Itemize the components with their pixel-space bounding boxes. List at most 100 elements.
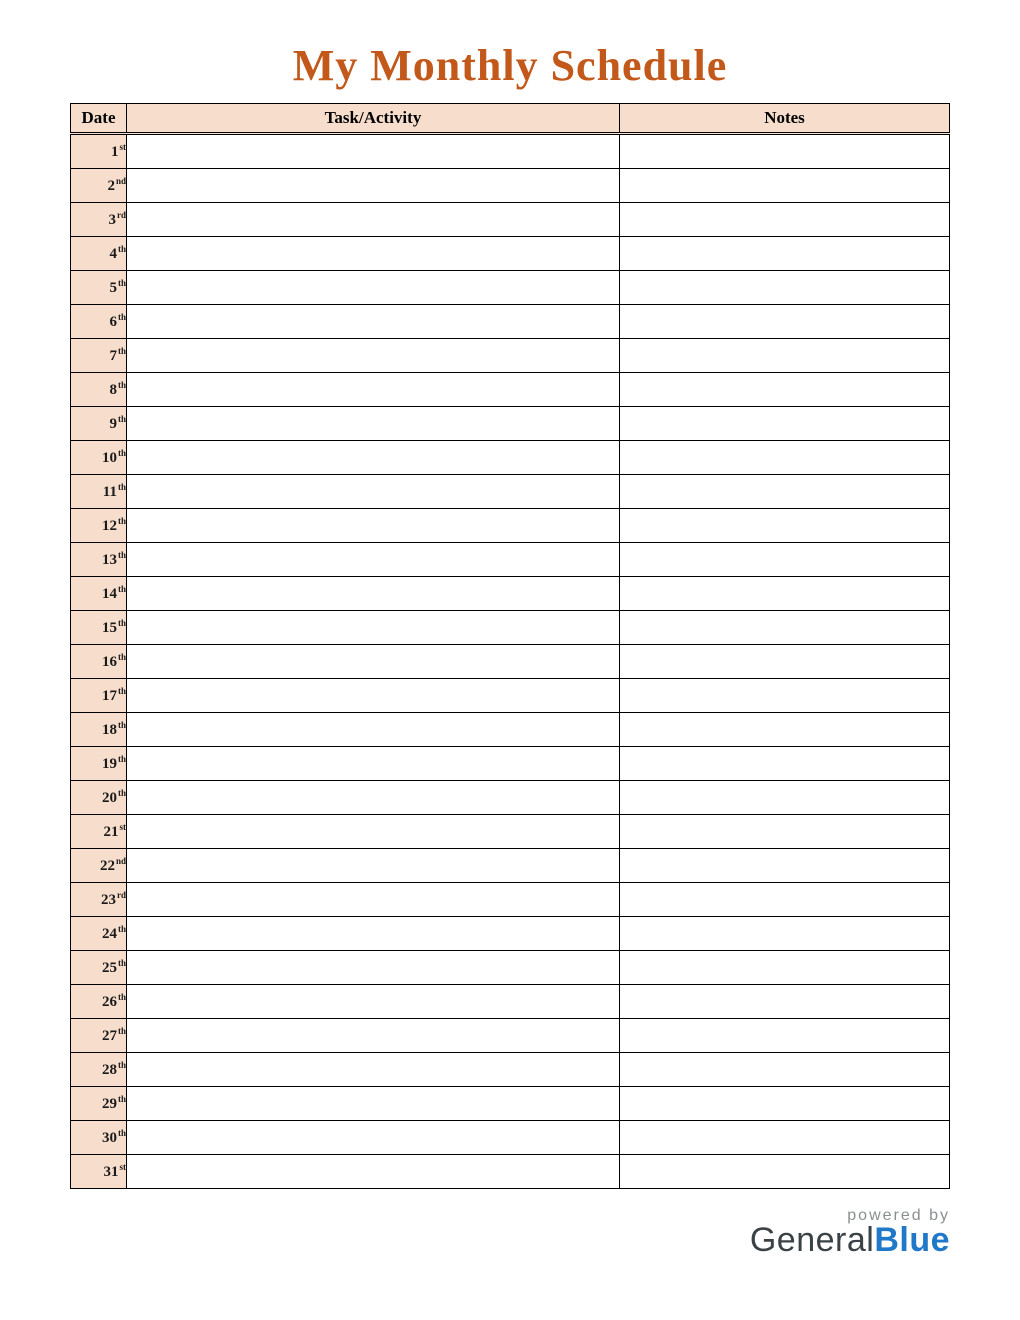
date-ordinal: th — [118, 346, 126, 356]
task-input[interactable] — [127, 781, 619, 814]
task-input[interactable] — [127, 1053, 619, 1086]
notes-input[interactable] — [620, 1121, 949, 1154]
notes-input[interactable] — [620, 475, 949, 508]
task-input[interactable] — [127, 271, 619, 304]
notes-input[interactable] — [620, 679, 949, 712]
task-input[interactable] — [127, 883, 619, 916]
notes-input[interactable] — [620, 713, 949, 746]
task-input[interactable] — [127, 509, 619, 542]
notes-input[interactable] — [620, 237, 949, 270]
notes-input[interactable] — [620, 1019, 949, 1052]
notes-input[interactable] — [620, 373, 949, 406]
task-input[interactable] — [127, 849, 619, 882]
notes-input[interactable] — [620, 781, 949, 814]
brand-part-general: General — [750, 1221, 874, 1259]
date-cell: 22nd — [71, 849, 127, 883]
task-input[interactable] — [127, 441, 619, 474]
notes-input[interactable] — [620, 815, 949, 848]
notes-input[interactable] — [620, 883, 949, 916]
task-input[interactable] — [127, 611, 619, 644]
task-input[interactable] — [127, 305, 619, 338]
date-number: 11 — [103, 484, 117, 500]
footer-attribution: powered by GeneralBlue — [750, 1207, 950, 1260]
task-input[interactable] — [127, 135, 619, 168]
date-number: 13 — [102, 552, 117, 568]
date-cell: 28th — [71, 1053, 127, 1087]
table-row: 21st — [71, 815, 950, 849]
col-header-notes: Notes — [620, 104, 950, 134]
date-ordinal: th — [118, 958, 126, 968]
date-number: 5 — [109, 280, 117, 296]
date-cell: 2nd — [71, 169, 127, 203]
task-input[interactable] — [127, 543, 619, 576]
table-row: 20th — [71, 781, 950, 815]
notes-input[interactable] — [620, 611, 949, 644]
date-ordinal: th — [118, 788, 126, 798]
date-number: 17 — [102, 688, 117, 704]
task-input[interactable] — [127, 169, 619, 202]
table-row: 15th — [71, 611, 950, 645]
date-number: 8 — [109, 382, 117, 398]
task-input[interactable] — [127, 645, 619, 678]
task-input[interactable] — [127, 407, 619, 440]
notes-input[interactable] — [620, 1053, 949, 1086]
date-number: 12 — [102, 518, 117, 534]
notes-input[interactable] — [620, 849, 949, 882]
notes-input[interactable] — [620, 543, 949, 576]
notes-input[interactable] — [620, 917, 949, 950]
task-input[interactable] — [127, 713, 619, 746]
date-ordinal: th — [118, 1060, 126, 1070]
task-input[interactable] — [127, 815, 619, 848]
notes-input[interactable] — [620, 509, 949, 542]
date-number: 28 — [102, 1062, 117, 1078]
notes-input[interactable] — [620, 985, 949, 1018]
table-row: 31st — [71, 1155, 950, 1189]
notes-input[interactable] — [620, 339, 949, 372]
task-input[interactable] — [127, 203, 619, 236]
notes-input[interactable] — [620, 135, 949, 168]
date-number: 31 — [104, 1164, 119, 1180]
date-cell: 1st — [71, 134, 127, 169]
task-input[interactable] — [127, 475, 619, 508]
notes-input[interactable] — [620, 1155, 949, 1188]
notes-input[interactable] — [620, 441, 949, 474]
task-input[interactable] — [127, 679, 619, 712]
notes-input[interactable] — [620, 407, 949, 440]
notes-input[interactable] — [620, 1087, 949, 1120]
date-cell: 6th — [71, 305, 127, 339]
notes-input[interactable] — [620, 577, 949, 610]
notes-input[interactable] — [620, 951, 949, 984]
notes-input[interactable] — [620, 203, 949, 236]
date-cell: 15th — [71, 611, 127, 645]
notes-input[interactable] — [620, 169, 949, 202]
date-ordinal: st — [120, 142, 127, 152]
table-row: 12th — [71, 509, 950, 543]
task-input[interactable] — [127, 917, 619, 950]
task-input[interactable] — [127, 237, 619, 270]
notes-input[interactable] — [620, 645, 949, 678]
table-row: 4th — [71, 237, 950, 271]
date-number: 22 — [100, 858, 115, 874]
date-cell: 23rd — [71, 883, 127, 917]
task-input[interactable] — [127, 1019, 619, 1052]
task-input[interactable] — [127, 747, 619, 780]
table-row: 28th — [71, 1053, 950, 1087]
date-number: 1 — [111, 144, 119, 160]
task-input[interactable] — [127, 1121, 619, 1154]
task-input[interactable] — [127, 373, 619, 406]
task-input[interactable] — [127, 577, 619, 610]
task-input[interactable] — [127, 1155, 619, 1188]
task-input[interactable] — [127, 951, 619, 984]
task-input[interactable] — [127, 985, 619, 1018]
date-ordinal: st — [120, 822, 127, 832]
notes-input[interactable] — [620, 305, 949, 338]
notes-input[interactable] — [620, 747, 949, 780]
brand-name: GeneralBlue — [750, 1221, 950, 1260]
date-ordinal: nd — [116, 856, 126, 866]
notes-input[interactable] — [620, 271, 949, 304]
date-number: 2 — [107, 178, 115, 194]
date-ordinal: th — [118, 754, 126, 764]
task-input[interactable] — [127, 1087, 619, 1120]
task-input[interactable] — [127, 339, 619, 372]
col-header-task: Task/Activity — [127, 104, 620, 134]
